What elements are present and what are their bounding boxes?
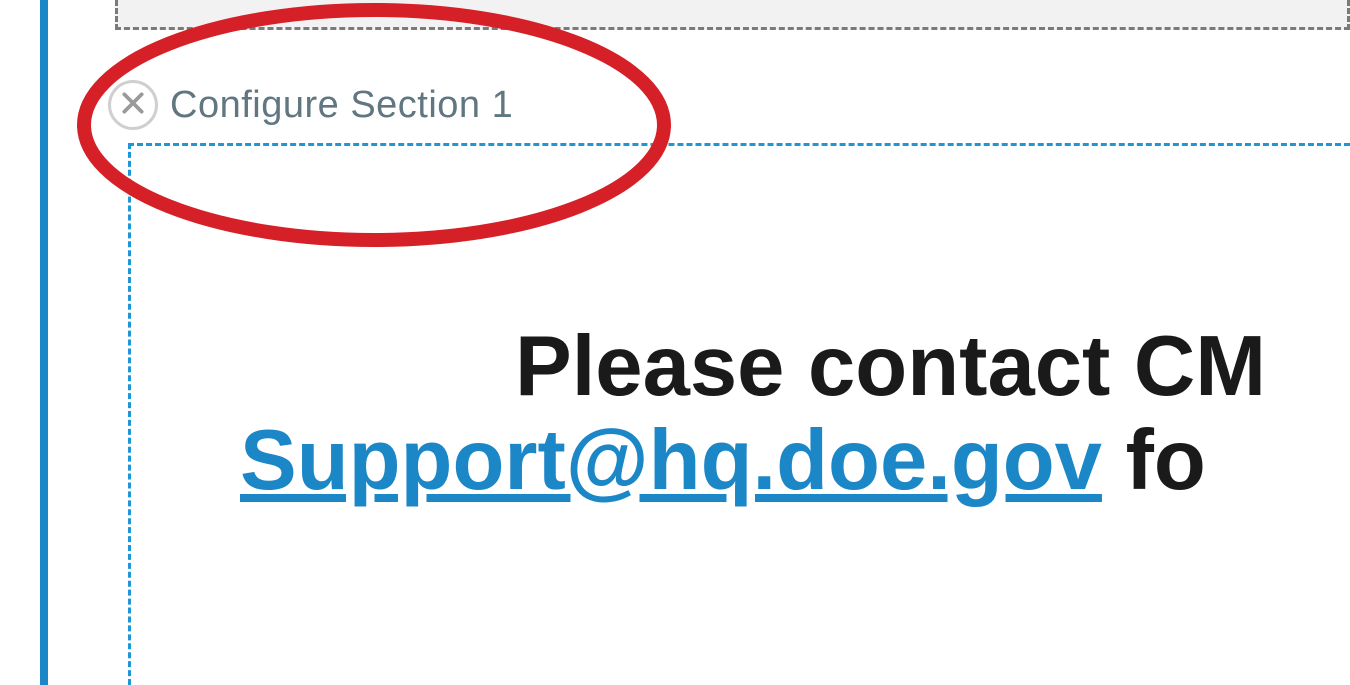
- section-header: Configure Section 1: [108, 80, 513, 130]
- content-text: Please contact CM Support@hq.doe.gov fo: [240, 320, 1350, 507]
- content-line-2: Support@hq.doe.gov fo: [240, 414, 1350, 508]
- left-rail: [40, 0, 48, 685]
- configure-section-link[interactable]: Configure Section 1: [170, 84, 513, 127]
- close-icon: [120, 90, 146, 121]
- previous-section-box: [115, 0, 1350, 30]
- support-email-link[interactable]: Support@hq.doe.gov: [240, 413, 1102, 508]
- remove-section-button[interactable]: [108, 80, 158, 130]
- content-line-2-suffix: fo: [1102, 413, 1206, 508]
- content-line-1: Please contact CM: [240, 320, 1350, 414]
